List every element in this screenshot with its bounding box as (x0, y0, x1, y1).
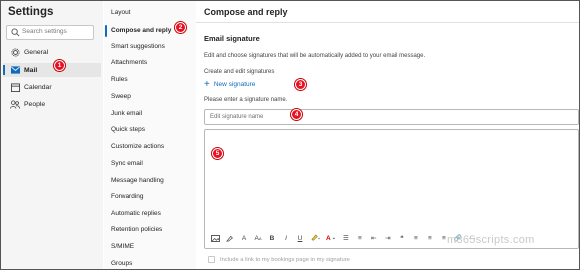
sidebar-item-mail[interactable]: Mail (3, 63, 101, 77)
italic-icon[interactable]: I (282, 233, 290, 243)
submenu-item-smime[interactable]: S/MIME (111, 243, 134, 250)
annotation-badge-4: 4 (291, 109, 302, 120)
align-left-icon[interactable]: ≡ (412, 233, 420, 243)
decrease-indent-icon[interactable]: ⇤ (370, 233, 378, 243)
new-signature-button[interactable]: + New signature (204, 78, 256, 90)
bookings-option[interactable]: Include a link to my bookings page in my… (208, 256, 350, 263)
annotation-badge-3: 3 (295, 79, 306, 90)
quote-icon[interactable]: ❝ (398, 233, 406, 243)
signature-name-input[interactable]: Edit signature name (204, 109, 579, 125)
signature-editor[interactable]: A AA B I U A ⌄ ☰ ≡ ⇤ ⇥ ❝ ≡ ≡ ≡ 🔗 ··· (204, 129, 579, 249)
create-edit-label: Create and edit signatures (204, 69, 275, 75)
search-icon (11, 28, 20, 37)
submenu-item-sweep[interactable]: Sweep (111, 93, 131, 100)
watermark: m365scripts.com (447, 234, 535, 246)
submenu-item-smart-suggestions[interactable]: Smart suggestions (111, 43, 165, 50)
submenu-item-customize-actions[interactable]: Customize actions (111, 143, 164, 150)
sidebar-item-label: General (24, 48, 49, 56)
section-description: Edit and choose signatures that will be … (204, 53, 426, 59)
insert-picture-icon[interactable] (211, 233, 220, 243)
submenu-item-attachments[interactable]: Attachments (111, 59, 147, 66)
bold-icon[interactable]: B (268, 233, 276, 243)
format-painter-icon[interactable] (226, 233, 234, 243)
submenu-item-forwarding[interactable]: Forwarding (111, 193, 144, 200)
header-divider (196, 22, 579, 23)
calendar-icon (8, 80, 22, 94)
increase-indent-icon[interactable]: ⇥ (384, 233, 392, 243)
submenu-item-quick-steps[interactable]: Quick steps (111, 126, 145, 133)
sidebar-item-label: Mail (24, 66, 38, 74)
submenu-item-message-handling[interactable]: Message handling (111, 177, 164, 184)
align-center-icon[interactable]: ≡ (426, 233, 434, 243)
sidebar-item-label: People (24, 100, 46, 108)
sidebar-item-people[interactable]: People (3, 97, 101, 111)
submenu-item-layout[interactable]: Layout (111, 9, 131, 16)
plus-icon: + (204, 78, 210, 90)
bookings-label: Include a link to my bookings page in my… (220, 256, 350, 263)
font-color-icon[interactable]: A ⌄ (326, 233, 336, 243)
submenu-item-retention-policies[interactable]: Retention policies (111, 226, 162, 233)
sidebar-item-general[interactable]: General (3, 45, 101, 59)
numbering-icon[interactable]: ≡ (356, 233, 364, 243)
mail-icon (8, 63, 22, 77)
bookings-checkbox[interactable] (208, 256, 215, 263)
sidebar-item-label: Calendar (24, 83, 52, 91)
search-placeholder: Search settings (22, 28, 67, 35)
search-settings-input[interactable]: Search settings (6, 25, 94, 40)
submenu-item-rules[interactable]: Rules (111, 76, 128, 83)
settings-title: Settings (8, 6, 54, 18)
submenu-item-groups[interactable]: Groups (111, 260, 132, 267)
submenu-item-automatic-replies[interactable]: Automatic replies (111, 210, 161, 217)
submenu-item-compose-and-reply[interactable]: Compose and reply (111, 27, 171, 34)
underline-icon[interactable]: U (296, 233, 304, 243)
settings-content-pane: Compose and reply Email signature Edit a… (196, 1, 579, 269)
gear-icon (8, 45, 22, 59)
page-title: Compose and reply (204, 7, 288, 17)
font-icon[interactable]: A (240, 233, 248, 243)
formatting-toolbar: A AA B I U A ⌄ ☰ ≡ ⇤ ⇥ ❝ ≡ ≡ ≡ 🔗 ··· (211, 232, 476, 244)
annotation-badge-1: 1 (54, 60, 65, 71)
font-size-icon[interactable]: AA (254, 233, 262, 243)
highlight-icon[interactable] (310, 233, 320, 243)
people-icon (8, 97, 22, 111)
mail-submenu: Layout Compose and reply Smart suggestio… (104, 1, 196, 269)
new-signature-label: New signature (213, 81, 256, 88)
annotation-badge-2: 2 (175, 22, 186, 33)
bullets-icon[interactable]: ☰ (342, 233, 350, 243)
annotation-badge-5: 5 (212, 148, 223, 159)
sidebar-item-calendar[interactable]: Calendar (3, 80, 101, 94)
signature-name-placeholder: Edit signature name (210, 114, 264, 120)
submenu-item-junk-email[interactable]: Junk email (111, 110, 142, 117)
section-heading: Email signature (204, 34, 260, 43)
submenu-item-sync-email[interactable]: Sync email (111, 160, 143, 167)
active-item-marker (105, 25, 107, 37)
settings-sidebar: Settings Search settings General Mail Ca… (1, 1, 103, 269)
signature-name-hint: Please enter a signature name. (204, 97, 288, 103)
